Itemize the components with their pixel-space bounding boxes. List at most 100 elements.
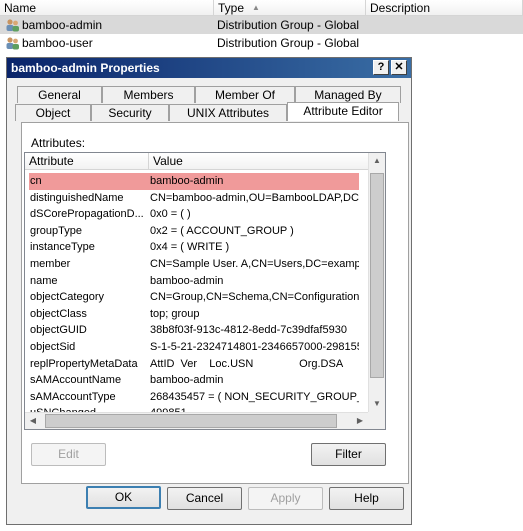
tab-general[interactable]: General bbox=[17, 86, 102, 103]
scroll-right-icon[interactable]: ▶ bbox=[352, 413, 368, 429]
column-header-attribute-label: Attribute bbox=[29, 154, 74, 168]
vertical-scroll-thumb[interactable] bbox=[370, 173, 384, 378]
cancel-button[interactable]: Cancel bbox=[167, 487, 242, 510]
tab-member-of[interactable]: Member Of bbox=[195, 86, 295, 103]
attribute-name: sAMAccountName bbox=[30, 374, 122, 387]
edit-button-label: Edit bbox=[58, 447, 79, 461]
column-header-value-label: Value bbox=[153, 154, 183, 168]
tab-unix-attributes-label: UNIX Attributes bbox=[186, 106, 270, 120]
cancel-button-label: Cancel bbox=[185, 491, 224, 505]
attribute-value: AttID Ver Loc.USN Org.DSA bbox=[150, 357, 344, 370]
scroll-left-icon[interactable]: ◀ bbox=[25, 413, 41, 429]
help-button[interactable]: Help bbox=[329, 487, 404, 510]
table-row[interactable]: sAMAccountName bamboo-admin bbox=[29, 372, 359, 389]
attribute-name: objectGUID bbox=[30, 324, 87, 337]
list-item[interactable]: bamboo-admin Distribution Group - Global bbox=[0, 16, 523, 34]
attribute-name: name bbox=[30, 274, 58, 287]
table-row[interactable]: instanceType 0x4 = ( WRITE ) bbox=[29, 239, 359, 256]
list-item-name: bamboo-admin bbox=[22, 18, 103, 32]
table-row[interactable]: sAMAccountType 268435457 = ( NON_SECURITY… bbox=[29, 389, 359, 406]
tab-members-label: Members bbox=[123, 88, 174, 102]
group-icon bbox=[6, 37, 19, 50]
attribute-value: bamboo-admin bbox=[150, 274, 224, 287]
table-row[interactable]: name bamboo-admin bbox=[29, 273, 359, 290]
close-button[interactable]: ✕ bbox=[391, 60, 407, 75]
attribute-value: S-1-5-21-2324714801-2346657000-2981557 bbox=[150, 341, 359, 353]
attribute-name: cn bbox=[30, 175, 42, 187]
horizontal-scroll-thumb[interactable] bbox=[45, 414, 337, 428]
tab-member-of-label: Member Of bbox=[214, 88, 275, 102]
table-row[interactable]: dSCorePropagationD... 0x0 = ( ) bbox=[29, 206, 359, 223]
attribute-name: dSCorePropagationD... bbox=[30, 208, 144, 221]
attribute-name: objectClass bbox=[30, 307, 87, 320]
scroll-corner bbox=[368, 412, 385, 429]
tab-object[interactable]: Object bbox=[15, 104, 91, 121]
attribute-value: CN=Group,CN=Schema,CN=Configuration,D bbox=[150, 291, 359, 304]
tab-managed-by[interactable]: Managed By bbox=[295, 86, 401, 103]
list-item-name: bamboo-user bbox=[22, 36, 93, 50]
attribute-value: CN=bamboo-admin,OU=BambooLDAP,DC=e bbox=[150, 191, 359, 204]
tab-attribute-editor-label: Attribute Editor bbox=[303, 104, 383, 118]
attribute-value: bamboo-admin bbox=[150, 175, 224, 187]
attribute-name: objectSid bbox=[30, 341, 76, 353]
attribute-value: 38b8f03f-913c-4812-8edd-7c39dfaf5930 bbox=[150, 324, 347, 337]
attribute-value: 0x2 = ( ACCOUNT_GROUP ) bbox=[150, 224, 294, 237]
table-row[interactable]: groupType 0x2 = ( ACCOUNT_GROUP ) bbox=[29, 223, 359, 240]
tab-security[interactable]: Security bbox=[91, 104, 169, 121]
tab-unix-attributes[interactable]: UNIX Attributes bbox=[169, 104, 287, 121]
tab-managed-by-label: Managed By bbox=[314, 88, 382, 102]
attribute-value: 0x0 = ( ) bbox=[150, 208, 191, 221]
attribute-value: top; group bbox=[150, 307, 200, 320]
attribute-name: member bbox=[30, 258, 71, 270]
list-item[interactable]: bamboo-user Distribution Group - Global bbox=[0, 34, 523, 52]
tab-object-label: Object bbox=[35, 106, 71, 120]
sort-ascending-icon: ▲ bbox=[252, 3, 260, 12]
scroll-up-icon[interactable]: ▲ bbox=[369, 153, 385, 169]
attribute-value: bamboo-admin bbox=[150, 374, 224, 387]
filter-button-label: Filter bbox=[335, 447, 362, 461]
dialog-title-bar[interactable]: bamboo-admin Properties bbox=[7, 58, 411, 78]
tab-attribute-editor[interactable]: Attribute Editor bbox=[287, 102, 399, 121]
tab-members[interactable]: Members bbox=[102, 86, 195, 103]
column-header-value[interactable]: Value bbox=[149, 153, 370, 170]
ok-button[interactable]: OK bbox=[86, 486, 161, 509]
apply-button-label: Apply bbox=[270, 491, 301, 505]
attribute-name: groupType bbox=[30, 224, 82, 237]
attribute-value: CN=Sample User. A,CN=Users,DC=example, bbox=[150, 258, 359, 270]
column-header-attribute[interactable]: Attribute bbox=[25, 153, 149, 170]
tab-general-label: General bbox=[38, 88, 81, 102]
attribute-name: replPropertyMetaData bbox=[30, 357, 138, 370]
help-button-label: Help bbox=[354, 491, 379, 505]
vertical-scrollbar[interactable]: ▲ ▼ bbox=[368, 153, 385, 412]
attributes-table[interactable]: Attribute Value cn bamboo-admin distinguis… bbox=[24, 152, 386, 430]
column-header-name-label: Name bbox=[4, 1, 37, 15]
table-row[interactable]: cn bamboo-admin bbox=[29, 173, 359, 190]
attribute-value: 0x4 = ( WRITE ) bbox=[150, 241, 230, 254]
filter-button[interactable]: Filter bbox=[311, 443, 386, 466]
help-title-label: ? bbox=[377, 61, 385, 73]
edit-button[interactable]: Edit bbox=[31, 443, 106, 466]
attribute-name: distinguishedName bbox=[30, 191, 124, 204]
tab-security-label: Security bbox=[108, 106, 152, 120]
table-row[interactable]: objectSid S-1-5-21-2324714801-2346657000-… bbox=[29, 339, 359, 356]
table-row[interactable]: member CN=Sample User. A,CN=Users,DC=exam… bbox=[29, 256, 359, 273]
dialog-title: bamboo-admin Properties bbox=[11, 61, 160, 75]
table-row[interactable]: objectClass top; group bbox=[29, 306, 359, 323]
column-header-description[interactable]: Description bbox=[366, 0, 523, 16]
horizontal-scrollbar[interactable]: ◀ ▶ bbox=[25, 412, 368, 429]
attribute-name: objectCategory bbox=[30, 291, 104, 304]
column-header-description-label: Description bbox=[370, 1, 431, 15]
attribute-name: sAMAccountType bbox=[30, 390, 116, 403]
list-item-type: Distribution Group - Global bbox=[217, 36, 360, 50]
table-row[interactable]: objectCategory CN=Group,CN=Schema,CN=Conf… bbox=[29, 289, 359, 306]
table-row[interactable]: objectGUID 38b8f03f-913c-4812-8edd-7c39df… bbox=[29, 322, 359, 339]
column-header-name[interactable]: Name bbox=[0, 0, 214, 16]
table-row[interactable]: distinguishedName CN=bamboo-admin,OU=Bamb… bbox=[29, 190, 359, 207]
column-header-type-label: Type bbox=[218, 1, 245, 15]
column-header-type[interactable]: Type ▲ bbox=[214, 0, 366, 16]
table-row[interactable]: replPropertyMetaData AttID Ver Loc.USN Or… bbox=[29, 356, 359, 373]
attributes-label: Attributes: bbox=[31, 136, 86, 150]
apply-button[interactable]: Apply bbox=[248, 487, 323, 510]
scroll-down-icon[interactable]: ▼ bbox=[369, 396, 385, 412]
help-title-button[interactable]: ? bbox=[373, 60, 389, 75]
